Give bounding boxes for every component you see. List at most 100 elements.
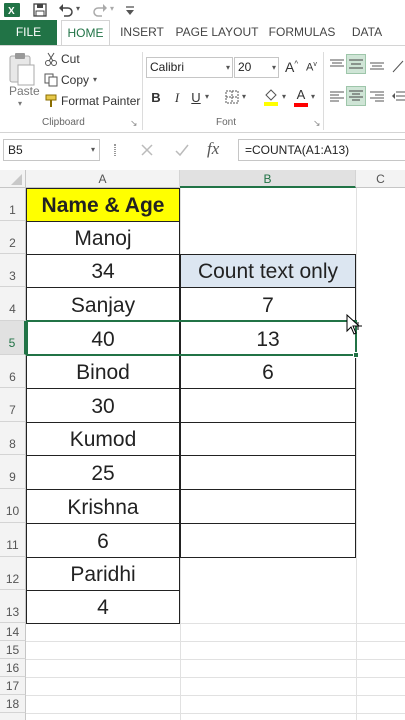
row-header[interactable]: 3	[0, 254, 26, 287]
undo-icon[interactable]	[58, 2, 74, 18]
fill-color-dropdown-icon[interactable]: ▾	[282, 92, 286, 101]
select-all-corner[interactable]	[0, 170, 26, 188]
cancel-entry-icon[interactable]	[139, 142, 155, 158]
cell-a8[interactable]: Kumod	[26, 422, 180, 456]
font-color-dropdown-icon[interactable]: ▾	[311, 92, 315, 101]
row-header[interactable]: 15	[0, 641, 26, 659]
confirm-entry-icon[interactable]	[174, 142, 190, 158]
row-header[interactable]: 17	[0, 677, 26, 695]
cell-a2[interactable]: Manoj	[26, 221, 180, 255]
tab-formulas[interactable]: FORMULAS	[266, 20, 338, 45]
align-right-icon[interactable]	[369, 90, 385, 104]
bold-button[interactable]: B	[148, 87, 164, 109]
cell-b10[interactable]	[180, 489, 356, 524]
cut-icon[interactable]	[44, 52, 58, 66]
decrease-font-size-button[interactable]: Av	[306, 61, 317, 74]
middle-align-icon[interactable]	[346, 54, 366, 74]
borders-dropdown-icon[interactable]: ▾	[242, 92, 246, 101]
font-size-dropdown[interactable]: 20 ▾	[234, 57, 279, 78]
row-header[interactable]: 9	[0, 455, 26, 489]
font-color-button[interactable]: A	[293, 86, 309, 107]
align-center-icon[interactable]	[346, 86, 366, 106]
cell-a10[interactable]: Krishna	[26, 489, 180, 524]
cell-b3[interactable]: Count text only	[180, 254, 356, 288]
copy-button[interactable]: Copy	[61, 73, 89, 87]
splitter-icon[interactable]	[114, 144, 116, 156]
cell-a7[interactable]: 30	[26, 388, 180, 423]
paste-dropdown-icon[interactable]: ▾	[18, 99, 22, 108]
row-header[interactable]: 6	[0, 355, 26, 388]
save-icon[interactable]	[32, 2, 48, 18]
cell-a9[interactable]: 25	[26, 455, 180, 490]
font-launcher-icon[interactable]: ↘	[313, 118, 321, 129]
column-header-b[interactable]: B	[180, 170, 356, 188]
customize-icon[interactable]	[122, 2, 138, 18]
row-header[interactable]: 12	[0, 557, 26, 590]
tab-data[interactable]: DATA	[344, 20, 390, 45]
copy-dropdown-icon[interactable]: ▾	[93, 75, 97, 84]
cell-a1[interactable]: Name & Age	[26, 188, 180, 222]
tab-file[interactable]: FILE	[0, 20, 57, 45]
borders-icon[interactable]	[224, 89, 240, 105]
paste-label[interactable]: Paste	[9, 84, 40, 98]
name-box[interactable]: B5 ▾	[3, 139, 100, 161]
cell-a12[interactable]: Paridhi	[26, 557, 180, 591]
decrease-indent-icon[interactable]	[391, 90, 405, 104]
row-header[interactable]: 16	[0, 659, 26, 677]
row-header[interactable]: 1	[0, 188, 26, 221]
copy-icon[interactable]	[44, 73, 58, 87]
column-header-a[interactable]: A	[26, 170, 180, 188]
cell-b4[interactable]: 7	[180, 287, 356, 322]
row-header[interactable]: 2	[0, 221, 26, 254]
font-name-dropdown[interactable]: Calibri ▾	[146, 57, 233, 78]
row-header[interactable]	[0, 713, 26, 720]
clipboard-launcher-icon[interactable]: ↘	[130, 118, 138, 129]
increase-font-size-button[interactable]: A^	[285, 59, 298, 75]
cell-b5[interactable]: 13	[180, 321, 356, 356]
cell-a5[interactable]: 40	[26, 321, 180, 356]
bottom-align-icon[interactable]	[369, 58, 385, 72]
cut-button[interactable]: Cut	[61, 52, 80, 66]
tab-insert[interactable]: INSERT	[116, 20, 168, 45]
cell-a4[interactable]: Sanjay	[26, 287, 180, 322]
fill-handle[interactable]	[353, 352, 359, 358]
row-header[interactable]: 13	[0, 590, 26, 623]
cell-b8[interactable]	[180, 422, 356, 456]
row-header[interactable]: 8	[0, 422, 26, 455]
clipboard-group-label: Clipboard	[42, 117, 85, 128]
cell-b9[interactable]	[180, 455, 356, 490]
paste-icon[interactable]	[6, 52, 38, 88]
align-left-icon[interactable]	[329, 90, 345, 104]
format-painter-button[interactable]: Format Painter	[61, 94, 140, 108]
row-header[interactable]: 7	[0, 388, 26, 422]
top-align-icon[interactable]	[329, 58, 345, 72]
row-header[interactable]: 18	[0, 695, 26, 713]
cell-a11[interactable]: 6	[26, 523, 180, 558]
row-header[interactable]: 5	[0, 321, 26, 355]
cell-b6[interactable]: 6	[180, 355, 356, 389]
column-header-c[interactable]: C	[356, 170, 405, 188]
tab-home[interactable]: HOME	[61, 20, 110, 46]
italic-button[interactable]: I	[170, 87, 184, 109]
gridline	[26, 677, 405, 678]
insert-function-button[interactable]: fx	[207, 139, 219, 159]
row-header[interactable]: 14	[0, 623, 26, 641]
cell-b7[interactable]	[180, 388, 356, 423]
format-painter-icon[interactable]	[44, 94, 58, 108]
row-header[interactable]: 11	[0, 523, 26, 557]
cell-a6[interactable]: Binod	[26, 355, 180, 389]
tab-page-layout[interactable]: PAGE LAYOUT	[174, 20, 260, 45]
fill-color-icon[interactable]	[262, 87, 280, 107]
row-header[interactable]: 4	[0, 287, 26, 321]
redo-icon[interactable]	[92, 2, 108, 18]
cell-a3[interactable]: 34	[26, 254, 180, 288]
formula-input[interactable]: =COUNTA(A1:A13)	[238, 139, 405, 161]
underline-dropdown-icon[interactable]: ▾	[205, 92, 209, 101]
undo-dropdown-icon[interactable]: ▾	[76, 4, 80, 13]
orientation-icon[interactable]	[391, 58, 405, 74]
cell-b11[interactable]	[180, 523, 356, 558]
cell-a13[interactable]: 4	[26, 590, 180, 624]
redo-dropdown-icon[interactable]: ▾	[110, 4, 114, 13]
underline-button[interactable]: U	[189, 87, 203, 109]
row-header[interactable]: 10	[0, 489, 26, 523]
